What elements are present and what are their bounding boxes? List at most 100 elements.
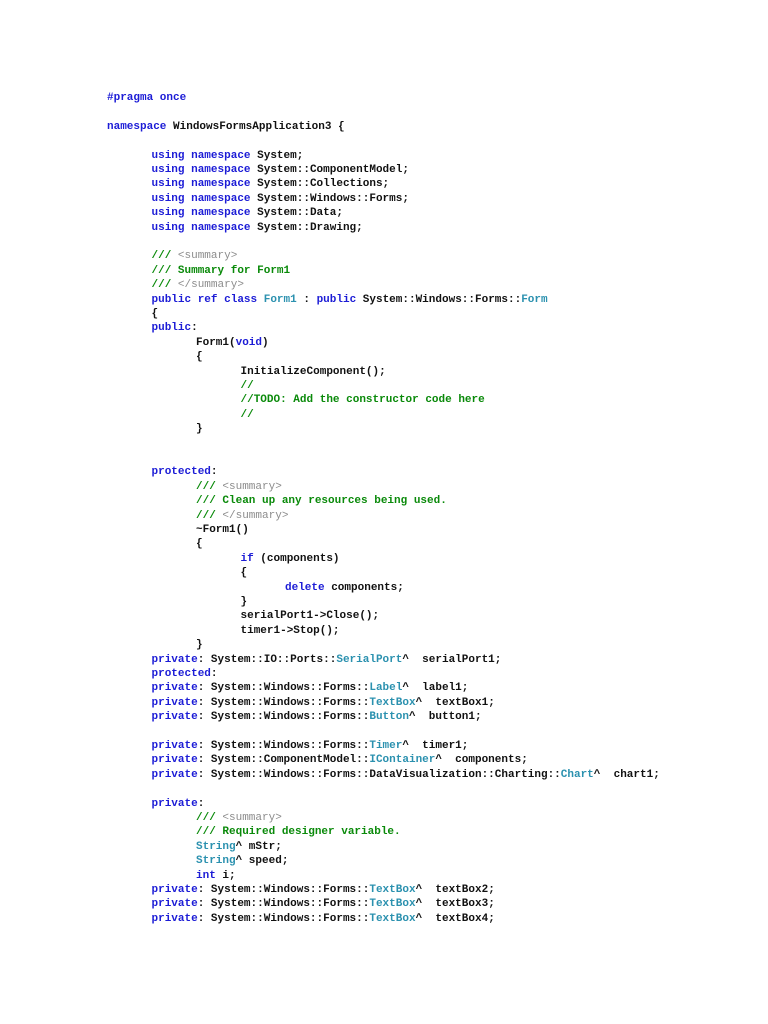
comment-token: /// Required designer variable. xyxy=(196,826,401,839)
code-text-token: { xyxy=(196,538,203,551)
code-text-token: ^ textBox3; xyxy=(415,898,495,911)
type-token: TextBox xyxy=(369,884,416,896)
keyword-token: private xyxy=(151,768,198,781)
type-token: TextBox xyxy=(369,696,416,709)
comment-token: /// xyxy=(151,250,178,263)
code-line: private: System::IO::Ports::SerialPort^ … xyxy=(152,653,502,667)
code-text-token: { xyxy=(151,308,159,320)
comment-token: //TODO: Add the constructor code here xyxy=(240,394,485,407)
type-token: String xyxy=(196,855,236,868)
keyword-token: public xyxy=(151,322,192,335)
code-text-token: (components) xyxy=(253,552,340,565)
code-line: public: xyxy=(152,321,198,335)
code-line: InitializeComponent(); xyxy=(241,365,386,379)
type-token: String xyxy=(196,840,236,853)
code-line: private: System::Windows::Forms::TextBox… xyxy=(152,883,495,897)
code-line: protected: xyxy=(152,667,218,681)
code-line: String^ speed; xyxy=(196,854,288,868)
code-line: { xyxy=(196,350,203,364)
code-line: using namespace System::Collections; xyxy=(152,177,390,191)
keyword-token: delete xyxy=(285,581,325,594)
code-line: using namespace System::Drawing; xyxy=(152,221,363,235)
code-text-token: InitializeComponent(); xyxy=(240,365,386,378)
code-line: using namespace System; xyxy=(152,149,304,163)
code-line: { xyxy=(152,307,159,321)
code-text-token: : System::Windows::Forms:: xyxy=(197,740,370,752)
code-text-token: : System::IO::Ports:: xyxy=(197,653,337,666)
code-line: timer1->Stop(); xyxy=(241,624,340,638)
type-token: Label xyxy=(369,682,403,695)
code-line: //TODO: Add the constructor code here xyxy=(241,393,485,407)
code-line: } xyxy=(196,638,203,652)
xml-doc-tag-token: </summary> xyxy=(177,279,244,292)
keyword-token: private xyxy=(151,740,198,752)
code-text-token: System; xyxy=(250,149,304,162)
comment-token: /// Clean up any resources being used. xyxy=(196,495,447,508)
keyword-token: int xyxy=(196,869,216,882)
code-line: /// Clean up any resources being used. xyxy=(196,494,447,508)
keyword-token: namespace xyxy=(107,120,167,133)
code-line: /// </summary> xyxy=(152,278,244,292)
code-line: } xyxy=(196,422,203,436)
code-text-token: { xyxy=(196,351,203,364)
code-line: private: System::Windows::Forms::Timer^ … xyxy=(152,739,469,753)
keyword-token: using namespace xyxy=(151,221,251,234)
code-text-token: ) xyxy=(262,336,269,349)
code-text-token: Form1( xyxy=(196,336,236,349)
code-line: public ref class Form1 : public System::… xyxy=(152,293,548,307)
code-text-token: System::ComponentModel; xyxy=(250,164,409,176)
code-line: #pragma once xyxy=(107,91,186,105)
keyword-token: if xyxy=(240,552,254,565)
keyword-token: private xyxy=(151,912,198,925)
comment-token: /// xyxy=(151,279,178,292)
code-text-token: timer1->Stop(); xyxy=(240,624,340,637)
code-line: if (components) xyxy=(241,552,340,566)
code-text-token: ~Form1() xyxy=(196,524,249,536)
code-text-token: : xyxy=(191,322,198,335)
code-line: int i; xyxy=(196,869,236,883)
keyword-token: public ref class xyxy=(151,293,258,306)
keyword-token: private xyxy=(151,696,198,709)
xml-doc-tag-token: </summary> xyxy=(222,509,289,522)
type-token: SerialPort xyxy=(336,653,403,666)
keyword-token: private xyxy=(151,898,198,911)
code-text-token: : System::Windows::Forms::DataVisualizat… xyxy=(197,768,561,781)
code-text-token: ^ textBox2; xyxy=(415,884,495,896)
code-text-token: { xyxy=(240,567,248,580)
code-line: ~Form1() xyxy=(196,523,249,537)
code-text-token: ^ button1; xyxy=(408,711,482,724)
code-text-token: ^ speed; xyxy=(235,855,289,868)
code-text-token: System::Collections; xyxy=(250,178,390,191)
code-line: /// Summary for Form1 xyxy=(152,264,291,278)
code-line: /// <summary> xyxy=(152,249,238,263)
code-text-token: ^ mStr; xyxy=(235,840,282,853)
keyword-token: private xyxy=(151,884,198,896)
keyword-token: using namespace xyxy=(151,149,251,162)
type-token: Chart xyxy=(560,768,594,781)
code-line: /// Required designer variable. xyxy=(196,825,401,839)
comment-token: // xyxy=(240,380,254,392)
type-token: TextBox xyxy=(369,898,416,911)
code-line: serialPort1->Close(); xyxy=(241,609,380,623)
code-line: using namespace System::Windows::Forms; xyxy=(152,192,409,206)
code-text-token: ^ textBox4; xyxy=(415,912,495,925)
comment-token: /// xyxy=(196,509,223,522)
code-text-token: : xyxy=(210,668,218,680)
keyword-token: private xyxy=(151,797,198,810)
type-token: Form1 xyxy=(263,293,297,306)
keyword-token: using namespace xyxy=(151,192,251,205)
code-line: // xyxy=(241,379,254,393)
code-text-token: ^ timer1; xyxy=(402,740,469,752)
code-text-token: : System::Windows::Forms:: xyxy=(197,912,370,925)
code-text-token: ^ textBox1; xyxy=(415,696,495,709)
keyword-token: protected xyxy=(151,466,211,479)
code-text-token: ^ label1; xyxy=(402,682,469,695)
keyword-token: using namespace xyxy=(151,164,251,176)
comment-token: /// Summary for Form1 xyxy=(151,264,291,277)
code-line: // xyxy=(241,408,254,422)
code-text-token: components; xyxy=(324,581,404,594)
code-line: /// <summary> xyxy=(196,480,282,494)
code-text-token: : System::Windows::Forms:: xyxy=(197,711,370,724)
code-text-token: ^ serialPort1; xyxy=(402,653,502,666)
